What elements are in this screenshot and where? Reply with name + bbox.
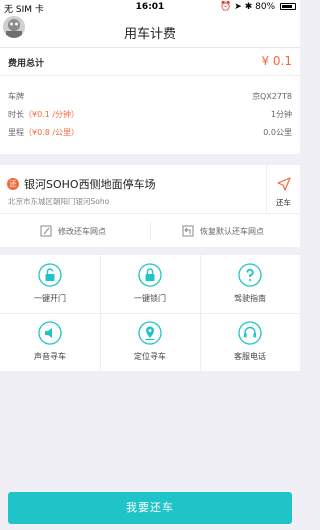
fee-row-label: 里程 xyxy=(8,128,24,137)
fee-row-value: 京QX27T8 xyxy=(252,92,292,101)
restore-default-button[interactable]: 恢复默认还车网点 xyxy=(150,214,300,248)
navigation-arrow-icon xyxy=(277,177,291,191)
undo-icon xyxy=(182,225,194,237)
lock-icon xyxy=(138,263,162,287)
fee-row-value: 1分钟 xyxy=(270,110,292,119)
location-icon xyxy=(138,321,162,345)
nav-bar: 用车计费 xyxy=(0,14,300,48)
location-actions: 修改还车网点 恢复默认还车网点 xyxy=(0,213,300,247)
headset-icon xyxy=(238,321,262,345)
page-title: 用车计费 xyxy=(123,27,176,42)
unlock-icon xyxy=(38,263,62,287)
restore-default-label: 恢复默认还车网点 xyxy=(200,227,264,236)
fee-total-label: 费用总计 xyxy=(8,59,45,69)
fee-card: 费用总计 ¥ 0.1 车牌 京QX27T8 时长（¥0.1 /分钟） 1分钟 里… xyxy=(0,48,300,154)
function-label: 驾驶指南 xyxy=(234,294,266,303)
fee-row-label: 车牌 xyxy=(8,92,24,101)
fee-row-duration: 时长（¥0.1 /分钟） 1分钟 xyxy=(0,106,300,124)
battery-percent: 80% xyxy=(255,2,276,12)
fee-row-rate: （¥0.8 /公里） xyxy=(24,128,80,137)
return-location-card: 还 银河SOHO西侧地面停车场 北京市东城区朝阳门银河Soho 还车 修改还车网… xyxy=(0,165,300,247)
function-label: 声音寻车 xyxy=(34,352,66,361)
status-bar: 无 SIM 卡 16:01 ⏰ ➤ ✱ 80% xyxy=(0,0,300,15)
function-label: 客服电话 xyxy=(234,352,266,361)
fee-row-mileage: 里程（¥0.8 /公里） 0.0公里 xyxy=(0,124,300,142)
gps-icon: ➤ xyxy=(234,2,242,12)
speaker-icon xyxy=(38,321,62,345)
customer-service-button[interactable]: 客服电话 xyxy=(200,313,300,371)
lock-door-button[interactable]: 一键锁门 xyxy=(100,255,200,313)
fee-total-row: 费用总计 ¥ 0.1 xyxy=(0,48,300,76)
question-icon xyxy=(238,263,262,287)
location-name: 银河SOHO西侧地面停车场 xyxy=(24,178,156,191)
edit-return-point-label: 修改还车网点 xyxy=(58,227,106,236)
status-right: ⏰ ➤ ✱ 80% xyxy=(220,2,296,12)
function-label: 一键锁门 xyxy=(134,294,166,303)
return-car-shortcut[interactable]: 还车 xyxy=(266,165,300,213)
location-address: 北京市东城区朝阳门银河Soho xyxy=(8,197,110,206)
unlock-door-button[interactable]: 一键开门 xyxy=(0,255,100,313)
fee-row-value: 0.0公里 xyxy=(263,128,292,137)
fee-row-rate: （¥0.1 /分钟） xyxy=(24,110,80,119)
edit-icon xyxy=(40,225,52,237)
edit-return-point-button[interactable]: 修改还车网点 xyxy=(0,214,150,248)
fee-total-amount: ¥ 0.1 xyxy=(261,54,292,68)
bluetooth-icon: ✱ xyxy=(244,2,253,12)
function-grid: 一键开门 一键锁门 驾驶指南 声音寻车 定位寻车 客服电话 xyxy=(0,255,300,371)
alarm-icon: ⏰ xyxy=(220,2,232,12)
fee-row-label: 时长 xyxy=(8,110,24,119)
driving-guide-button[interactable]: 驾驶指南 xyxy=(200,255,300,313)
locate-car-button[interactable]: 定位寻车 xyxy=(100,313,200,371)
function-label: 一键开门 xyxy=(34,294,66,303)
fee-row-plate: 车牌 京QX27T8 xyxy=(0,88,300,106)
battery-icon xyxy=(280,3,296,10)
sound-find-car-button[interactable]: 声音寻车 xyxy=(0,313,100,371)
function-label: 定位寻车 xyxy=(134,352,166,361)
return-badge: 还 xyxy=(7,178,19,190)
return-car-label: 还车 xyxy=(276,198,291,207)
return-car-button[interactable]: 我要还车 xyxy=(8,492,292,524)
